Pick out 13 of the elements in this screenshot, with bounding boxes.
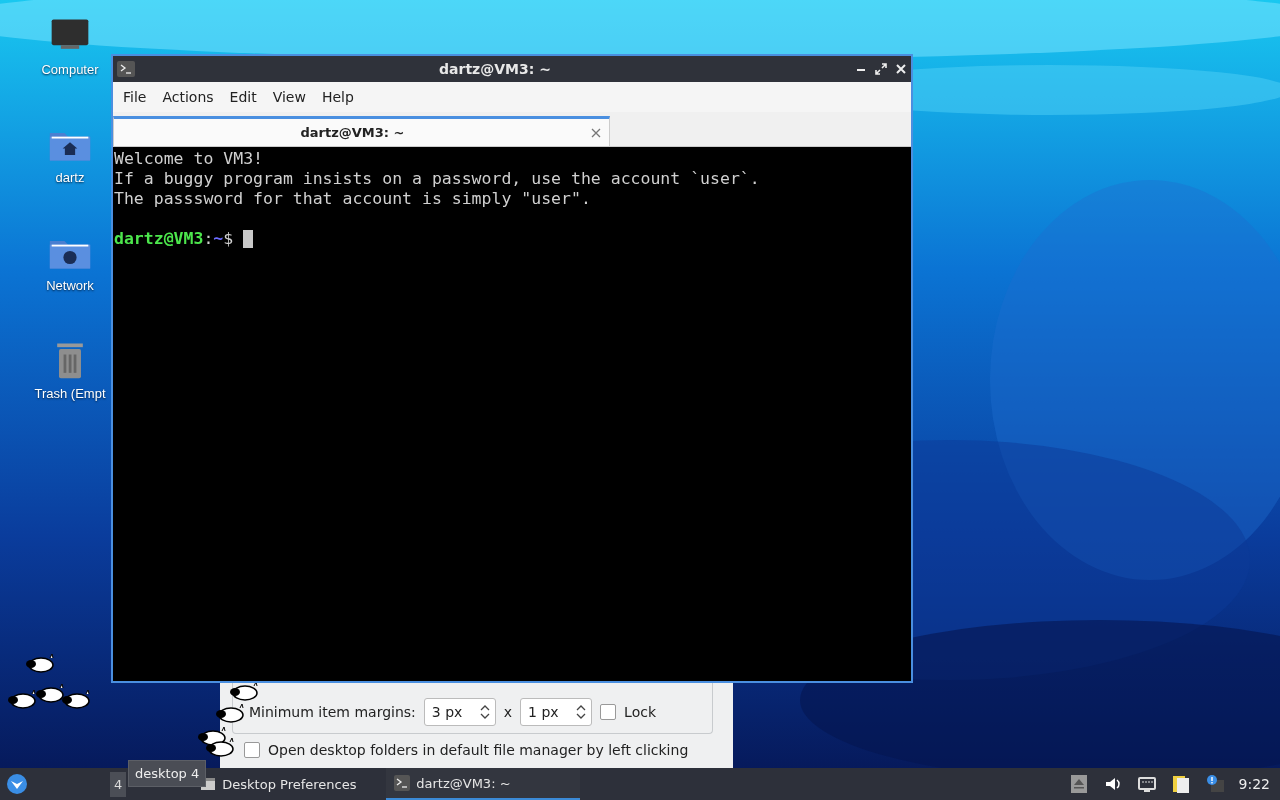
window-title: dartz@VM3: ~ bbox=[438, 61, 552, 77]
prompt-user: dartz@VM3 bbox=[114, 229, 204, 249]
terminal-line: The passsword for that account is simply "user". bbox=[114, 189, 592, 209]
prompt-symbol: $ bbox=[223, 229, 234, 249]
terminal-line: Welcome to VM3! bbox=[114, 149, 264, 169]
times-label: x bbox=[503, 703, 513, 720]
margins-label: Minimum item margins: bbox=[249, 703, 416, 720]
tooltip: desktop 4 bbox=[128, 760, 207, 787]
checkbox-label: Open desktop folders in default file manager by left clicking bbox=[268, 742, 689, 758]
prompt-path: ~ bbox=[213, 229, 224, 249]
prompt-separator: : bbox=[203, 229, 214, 249]
lock-label: Lock bbox=[624, 703, 657, 720]
terminal-line: If a buggy program insists on a password, use the account `user`. bbox=[114, 169, 761, 189]
